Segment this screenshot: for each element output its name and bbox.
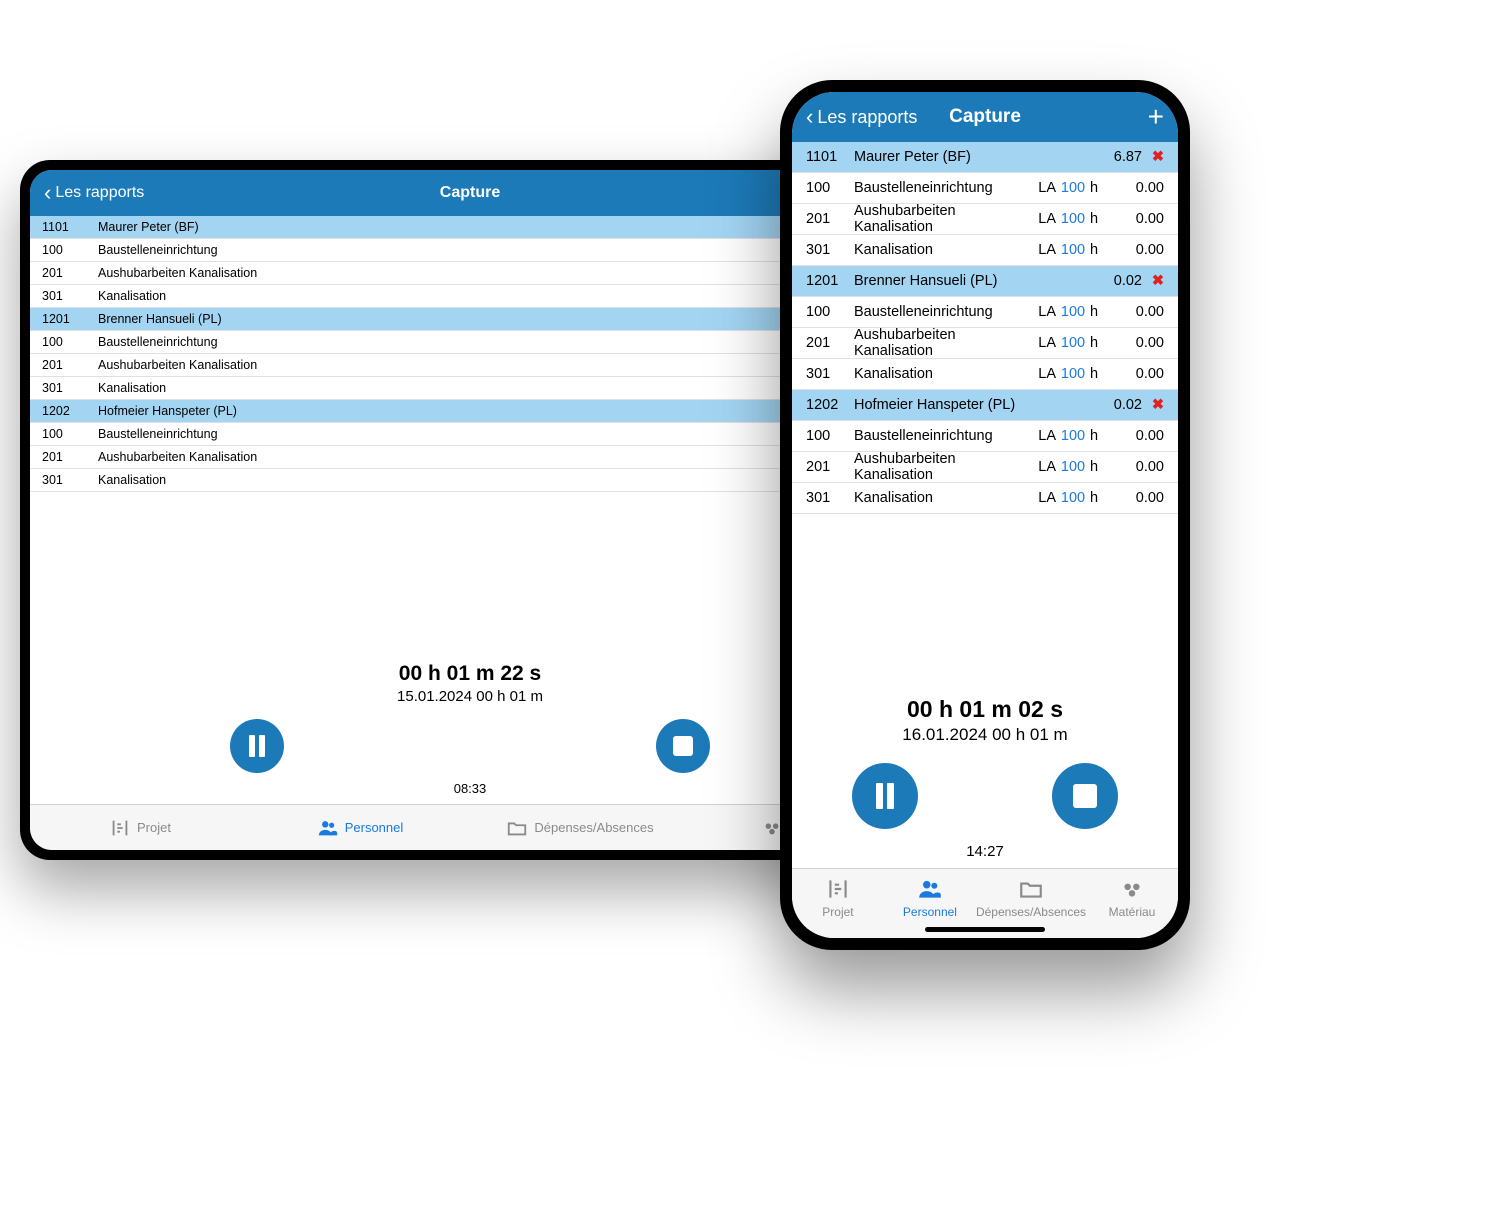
task-row[interactable]: 201Aushubarbeiten Kanalisation	[30, 354, 910, 377]
task-value[interactable]: 100	[1056, 304, 1090, 320]
material-icon	[1119, 876, 1145, 902]
task-value[interactable]: 100	[1056, 335, 1090, 351]
folder-icon	[506, 817, 528, 839]
header: ‹ Les rapports Capture +	[792, 92, 1178, 142]
task-row[interactable]: 100Baustelleneinrichtung	[30, 331, 910, 354]
pause-icon	[876, 783, 894, 809]
people-icon	[917, 876, 943, 902]
project-icon	[825, 876, 851, 902]
delete-icon[interactable]: ✖	[1142, 273, 1164, 289]
timer-controls	[792, 763, 1178, 829]
person-row[interactable]: 1201 Brenner Hansueli (PL)	[30, 308, 910, 331]
pause-icon	[249, 735, 265, 757]
timer-sub: 16.01.2024 00 h 01 m	[902, 725, 1067, 745]
person-row[interactable]: 1101 Maurer Peter (BF) 6.87 ✖	[792, 142, 1178, 173]
task-row[interactable]: 301KanalisationLA100h0.00	[792, 235, 1178, 266]
back-label: Les rapports	[817, 107, 917, 128]
page-title: Capture	[440, 184, 500, 202]
pause-button[interactable]	[852, 763, 918, 829]
stop-icon	[1073, 784, 1097, 808]
tab-bar: Projet Personnel Dépenses/Absences Matér…	[30, 804, 910, 850]
person-row[interactable]: 1202 Hofmeier Hanspeter (PL)	[30, 400, 910, 423]
add-button[interactable]: +	[1148, 103, 1164, 131]
task-row[interactable]: 201Aushubarbeiten Kanalisation	[30, 446, 910, 469]
stop-button[interactable]	[1052, 763, 1118, 829]
task-row[interactable]: 100BaustelleneinrichtungLA100h0.00	[792, 173, 1178, 204]
task-row[interactable]: 100BaustelleneinrichtungLA100h0.00	[792, 297, 1178, 328]
person-row[interactable]: 1202 Hofmeier Hanspeter (PL) 0.02 ✖	[792, 390, 1178, 421]
tab-materiau[interactable]: Matériau	[1086, 869, 1178, 926]
task-row[interactable]: 201Aushubarbeiten KanalisationLA100h0.00	[792, 204, 1178, 235]
header: ‹ Les rapports Capture	[30, 170, 910, 216]
timer-area: 00 h 01 m 22 s 15.01.2024 00 h 01 m 08:3…	[30, 492, 910, 804]
task-value[interactable]: 100	[1056, 180, 1090, 196]
timer-sub: 15.01.2024 00 h 01 m	[397, 688, 543, 705]
back-button[interactable]: ‹ Les rapports	[806, 106, 917, 128]
back-label: Les rapports	[55, 184, 144, 202]
task-row[interactable]: 201Aushubarbeiten Kanalisation	[30, 262, 910, 285]
task-row[interactable]: 301Kanalisation	[30, 377, 910, 400]
people-icon	[317, 817, 339, 839]
clock-display: 14:27	[966, 843, 1004, 860]
task-row[interactable]: 201Aushubarbeiten KanalisationLA100h0.00	[792, 328, 1178, 359]
delete-icon[interactable]: ✖	[1142, 149, 1164, 165]
task-value[interactable]: 100	[1056, 242, 1090, 258]
task-row[interactable]: 100BaustelleneinrichtungLA100h0.00	[792, 421, 1178, 452]
folder-icon	[1018, 876, 1044, 902]
person-row[interactable]: 1101 Maurer Peter (BF)	[30, 216, 910, 239]
chevron-left-icon: ‹	[806, 106, 813, 128]
task-row[interactable]: 100Baustelleneinrichtung	[30, 239, 910, 262]
person-name: Maurer Peter (BF)	[98, 220, 898, 234]
phone-device: ‹ Les rapports Capture + 1101 Maurer Pet…	[780, 80, 1190, 950]
timer-controls	[30, 719, 910, 773]
person-amount: 6.87	[1086, 149, 1142, 165]
tab-personnel[interactable]: Personnel	[250, 805, 470, 850]
tab-projet[interactable]: Projet	[30, 805, 250, 850]
clock-display: 08:33	[454, 781, 487, 796]
home-indicator[interactable]	[925, 927, 1045, 932]
task-value[interactable]: 100	[1056, 459, 1090, 475]
tablet-screen: ‹ Les rapports Capture 1101 Maurer Peter…	[30, 170, 910, 850]
stop-button[interactable]	[656, 719, 710, 773]
tab-personnel[interactable]: Personnel	[884, 869, 976, 926]
phone-list: 1101 Maurer Peter (BF) 6.87 ✖ 100Baustel…	[792, 142, 1178, 514]
delete-icon[interactable]: ✖	[1142, 397, 1164, 413]
person-code: 1101	[42, 220, 98, 234]
task-value[interactable]: 100	[1056, 428, 1090, 444]
person-row[interactable]: 1201 Brenner Hansueli (PL) 0.02 ✖	[792, 266, 1178, 297]
task-row[interactable]: 100Baustelleneinrichtung	[30, 423, 910, 446]
task-value[interactable]: 100	[1056, 490, 1090, 506]
task-row[interactable]: 301Kanalisation	[30, 469, 910, 492]
task-value[interactable]: 100	[1056, 211, 1090, 227]
timer-main: 00 h 01 m 02 s	[907, 696, 1063, 723]
phone-screen: ‹ Les rapports Capture + 1101 Maurer Pet…	[792, 92, 1178, 938]
project-icon	[109, 817, 131, 839]
timer-main: 00 h 01 m 22 s	[399, 662, 541, 686]
task-row[interactable]: 301KanalisationLA100h0.00	[792, 483, 1178, 514]
task-row[interactable]: 201Aushubarbeiten KanalisationLA100h0.00	[792, 452, 1178, 483]
task-value[interactable]: 100	[1056, 366, 1090, 382]
tab-projet[interactable]: Projet	[792, 869, 884, 926]
task-row[interactable]: 301Kanalisation	[30, 285, 910, 308]
tab-depenses[interactable]: Dépenses/Absences	[470, 805, 690, 850]
task-row[interactable]: 301KanalisationLA100h0.00	[792, 359, 1178, 390]
timer-area: 00 h 01 m 02 s 16.01.2024 00 h 01 m 14:2…	[792, 514, 1178, 868]
back-button[interactable]: ‹ Les rapports	[44, 182, 144, 204]
stop-icon	[673, 736, 693, 756]
page-title: Capture	[949, 106, 1021, 128]
tablet-list: 1101 Maurer Peter (BF) 100Baustelleneinr…	[30, 216, 910, 492]
chevron-left-icon: ‹	[44, 182, 51, 204]
pause-button[interactable]	[230, 719, 284, 773]
tab-depenses[interactable]: Dépenses/Absences	[976, 869, 1086, 926]
